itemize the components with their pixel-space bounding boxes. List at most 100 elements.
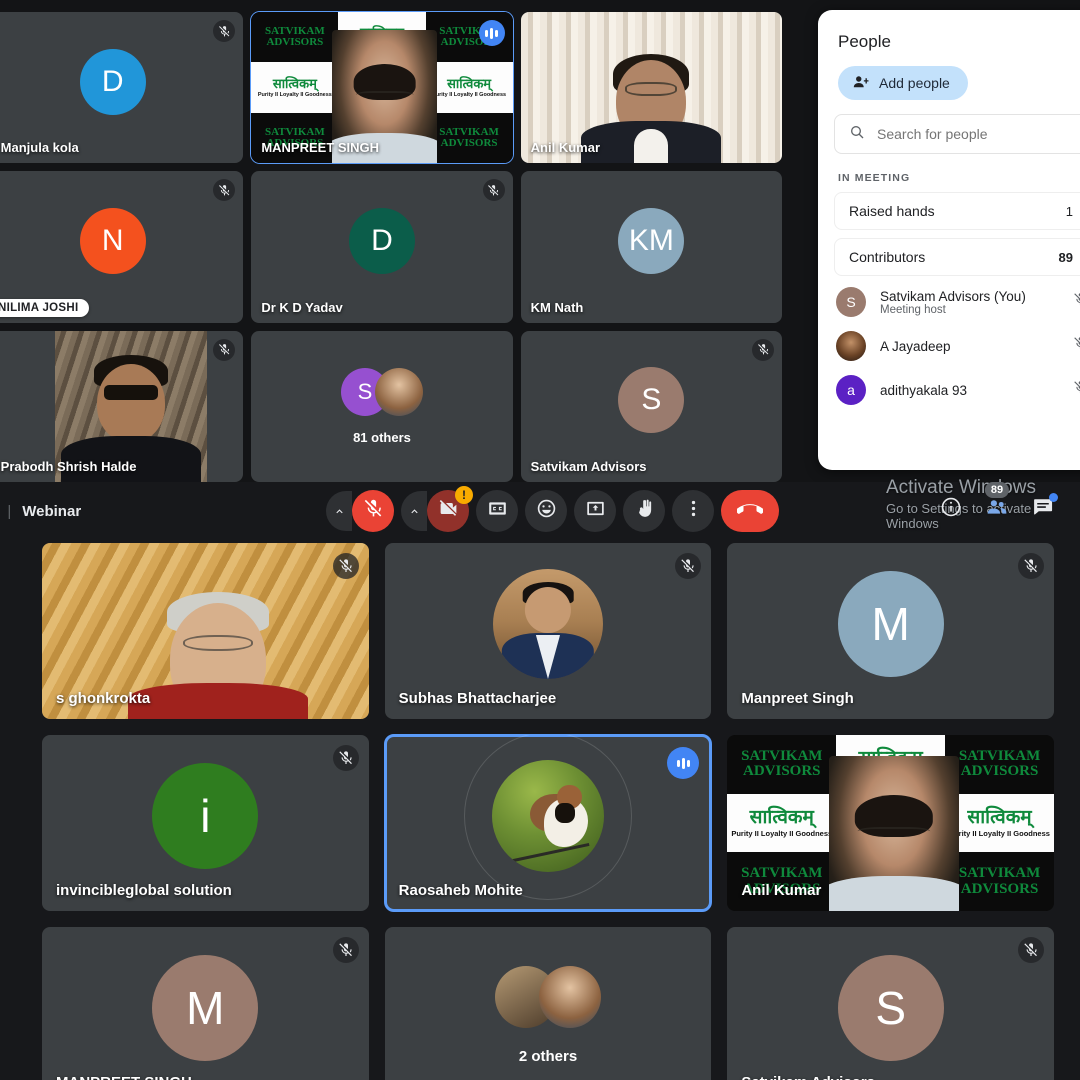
participant-tile[interactable]: Raosaheb Mohite xyxy=(383,734,713,912)
avatar: D xyxy=(348,207,415,274)
mic-off-icon xyxy=(213,179,236,202)
participant-tile[interactable]: S Satvikam Advisors xyxy=(727,927,1054,1080)
mic-off-icon xyxy=(332,553,359,579)
others-count-label: 81 others xyxy=(353,429,411,445)
participant-tile[interactable]: Anil Kumar xyxy=(520,12,782,164)
participant-grid-top: Dr Manjula kolaSATVIKAMADVISORSसात्विकम्… xyxy=(0,10,782,482)
camera-options-caret[interactable] xyxy=(401,491,427,531)
people-icon xyxy=(986,496,1008,523)
present-now-button[interactable] xyxy=(574,490,616,532)
search-icon xyxy=(849,124,865,145)
participant-tile[interactable]: Dr Manjula kola xyxy=(0,12,244,164)
meeting-separator: | xyxy=(7,502,12,520)
mic-off-icon xyxy=(1017,553,1044,579)
search-people-box[interactable] xyxy=(834,114,1080,154)
chat-notification-dot xyxy=(1049,493,1058,502)
add-people-button[interactable]: Add people xyxy=(838,66,968,100)
avatar xyxy=(492,568,603,679)
participant-tile[interactable]: M Manpreet Singh xyxy=(727,543,1054,719)
meeting-toolbar: 1 | Webinar xyxy=(0,482,1080,540)
participant-tile[interactable]: 2 others xyxy=(384,927,712,1080)
activities-button[interactable] xyxy=(1076,496,1080,522)
avatar: M xyxy=(152,954,259,1061)
reactions-button[interactable] xyxy=(525,490,567,532)
participant-name: Anil Kumar xyxy=(530,140,600,156)
mic-off-icon xyxy=(213,338,236,361)
avatar xyxy=(836,331,866,361)
participant-list-item[interactable]: A Jayadeep xyxy=(818,324,1080,368)
participant-tile[interactable]: S Satvikam Advisors xyxy=(520,330,782,482)
mic-off-icon xyxy=(1073,380,1080,400)
participant-tile[interactable]: i invincibleglobal solution xyxy=(42,735,369,911)
emoji-smiley-icon xyxy=(536,498,557,524)
search-input[interactable] xyxy=(877,126,1073,142)
meet-window: Dr Manjula kolaSATVIKAMADVISORSसात्विकम्… xyxy=(0,0,1080,1080)
mic-off-icon xyxy=(332,937,359,963)
participant-name: KM Nath xyxy=(530,299,584,315)
participant-name: invincibleglobal solution xyxy=(56,882,232,899)
avatar: S xyxy=(837,954,944,1061)
participant-tile[interactable]: SATVIKAMADVISORSसात्विकम्Purity II Loyal… xyxy=(250,10,514,165)
mic-off-icon xyxy=(675,553,702,579)
participant-tile[interactable]: M MANPREET SINGH xyxy=(42,927,369,1080)
raised-hand-icon xyxy=(634,498,655,524)
mic-off-icon xyxy=(482,179,505,202)
participant-name: adithyakala 93 xyxy=(880,382,968,398)
participant-tile[interactable]: KM KM Nath xyxy=(520,171,782,323)
avatar: M xyxy=(837,570,944,677)
participant-tile[interactable]: NNILIMA JOSHINILIMA JOSHI xyxy=(0,171,244,323)
toolbar-right-icons: 89 xyxy=(938,482,1080,523)
participant-name: Manpreet Singh xyxy=(741,690,854,707)
mic-off-icon xyxy=(1017,937,1044,963)
participant-role: Meeting host xyxy=(880,303,946,316)
microphone-button[interactable] xyxy=(352,490,394,532)
mic-options-caret[interactable] xyxy=(326,491,352,531)
camera-off-icon xyxy=(438,498,459,524)
participant-tile[interactable]: s ghonkrokta xyxy=(42,543,369,719)
participant-list-item[interactable]: S Satvikam Advisors (You) Meeting host xyxy=(818,280,1080,324)
participant-name: A Jayadeep xyxy=(880,338,951,354)
people-count-badge: 89 xyxy=(984,482,1010,499)
avatar: KM xyxy=(618,207,685,274)
meeting-details-button[interactable] xyxy=(938,496,964,522)
participant-name: Subhas Bhattacharjee xyxy=(398,690,557,707)
end-call-button[interactable] xyxy=(721,490,779,532)
info-icon xyxy=(940,496,962,523)
avatar: S xyxy=(618,367,685,434)
participant-name: Satvikam Advisors xyxy=(741,1074,875,1080)
participant-tile[interactable]: r Prabodh Shrish Halde xyxy=(0,330,244,482)
avatar: i xyxy=(152,762,259,869)
participant-tile[interactable]: SATVIKAMADVISORSसात्विकम्Purity II Loyal… xyxy=(727,735,1054,911)
participant-name: r Manjula kola xyxy=(0,140,79,156)
camera-button[interactable]: ! xyxy=(427,486,473,532)
top-meeting-view: Dr Manjula kolaSATVIKAMADVISORSसात्विकम्… xyxy=(0,0,1080,540)
raised-hands-row[interactable]: Raised hands 1 xyxy=(834,192,1080,230)
participant-list-item[interactable]: a adithyakala 93 xyxy=(818,368,1080,412)
present-screen-icon xyxy=(585,498,606,524)
people-panel: People Add people IN MEETING Raised hand… xyxy=(818,10,1080,470)
people-button[interactable]: 89 xyxy=(984,482,1010,523)
avatar: D xyxy=(79,48,146,115)
toolbar-controls: ! xyxy=(326,486,779,532)
add-person-icon xyxy=(852,73,870,94)
camera-control-group: ! xyxy=(401,486,473,532)
participant-grid-bottom: s ghonkrokta Subhas Bhattacharjee M Manpree… xyxy=(42,543,1054,1080)
participant-tile[interactable]: Subhas Bhattacharjee xyxy=(384,543,712,719)
participant-name: s ghonkrokta xyxy=(56,690,151,707)
participant-tile[interactable]: D Dr K D Yadav xyxy=(251,171,513,323)
mic-off-icon xyxy=(1073,292,1080,312)
avatar: S xyxy=(836,287,866,317)
contributors-row[interactable]: Contributors 89 xyxy=(834,238,1080,276)
chat-button[interactable] xyxy=(1030,493,1058,522)
closed-captions-icon xyxy=(487,498,508,524)
captions-button[interactable] xyxy=(476,490,518,532)
raise-hand-button[interactable] xyxy=(623,490,665,532)
participant-tile[interactable]: S 81 others xyxy=(251,330,513,482)
mic-off-icon xyxy=(752,338,774,361)
in-meeting-label: IN MEETING xyxy=(838,172,911,184)
contributors-count: 89 xyxy=(1058,249,1073,265)
mic-control-group xyxy=(326,490,394,532)
others-avatar-stack xyxy=(494,965,601,1028)
people-panel-title: People xyxy=(838,32,891,51)
more-options-button[interactable] xyxy=(672,490,714,532)
